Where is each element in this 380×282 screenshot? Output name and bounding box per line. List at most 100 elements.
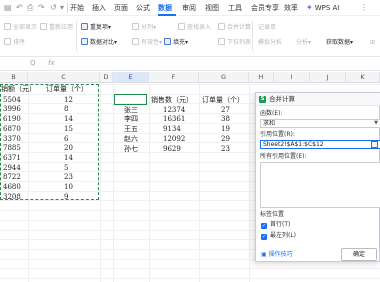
reapply-label: 重新应用 [49, 24, 74, 31]
col-header-e[interactable]: E [113, 72, 149, 83]
dialog-title-bar[interactable]: S 合并计算 [256, 93, 380, 106]
menu-tools[interactable]: 工具 [228, 3, 242, 13]
ref-value: Sheet2!$A$1:$C$12 [263, 141, 324, 148]
fx-icon[interactable]: fx [48, 59, 55, 67]
result-orders-cell[interactable]: 23 [221, 144, 230, 154]
result-name-cell[interactable]: 张三 [124, 105, 138, 115]
result-amount-cell[interactable]: 12092 [163, 134, 185, 144]
col-header-b[interactable]: B [0, 72, 28, 83]
formula-bar[interactable]: Q fx [0, 57, 380, 71]
col-header-d[interactable]: D [100, 72, 113, 83]
result-orders-cell[interactable]: 38 [221, 114, 230, 124]
ribbon-more-icon[interactable]: ⊞ [370, 38, 375, 47]
lookup-entry-button[interactable]: 查找录入 [178, 23, 211, 32]
compare-label: 数据对比 [90, 39, 115, 46]
get-data-button[interactable]: 获取数据▾ [326, 38, 353, 47]
active-tab-indicator [158, 14, 176, 16]
left-column-checkbox[interactable]: ✓ 最左列(L) [261, 232, 296, 240]
sort-button[interactable]: 排序 [4, 38, 25, 47]
tips-icon: ▣ [261, 251, 269, 258]
result-amount-cell[interactable]: 9629 [163, 144, 181, 154]
compare-button[interactable]: 数据对比▾ [81, 38, 117, 47]
divider [252, 21, 253, 51]
function-label: 函数(E): [260, 110, 283, 117]
text-to-columns-button[interactable]: 分列▾ [132, 23, 156, 32]
all-refs-list[interactable] [260, 162, 380, 208]
ok-button[interactable]: 确定 [341, 248, 377, 261]
menu-data[interactable]: 数据 [158, 3, 172, 13]
record-form-label: 记录单 [258, 24, 277, 31]
lookup-icon [178, 23, 185, 30]
analysis-label: 分析 [296, 39, 309, 46]
undo2-icon[interactable]: ↺ [50, 2, 57, 13]
result-orders-cell[interactable]: 19 [221, 124, 230, 134]
analysis-button[interactable]: 分析▾ [296, 38, 311, 47]
col-header-h[interactable]: H [249, 72, 274, 83]
whatif-label: 模拟分析 [258, 39, 283, 46]
result-header-amount[interactable]: 销售数（元） [151, 95, 193, 105]
menu-view[interactable]: 视图 [205, 3, 219, 13]
menu-page[interactable]: 页面 [114, 3, 128, 13]
wps-ai-button[interactable]: ✦ WPS AI [306, 2, 339, 14]
result-name-cell[interactable]: 王五 [124, 124, 138, 134]
active-cell[interactable] [114, 94, 147, 105]
validation-label: 有效性 [141, 39, 160, 46]
validation-icon [132, 38, 139, 45]
result-amount-cell[interactable]: 16361 [163, 114, 185, 124]
duplicates-button[interactable]: 重复项▾ [81, 23, 111, 32]
col-header-c[interactable]: C [28, 72, 100, 83]
consolidate-button[interactable]: 合并计算 [218, 23, 251, 32]
first-row-checkbox[interactable]: ✓ 首行(T) [261, 221, 290, 229]
ref-input[interactable]: Sheet2!$A$1:$C$12 [260, 140, 380, 149]
col-header-g[interactable]: G [199, 72, 249, 83]
file-icon[interactable]: ▤ [4, 2, 12, 13]
result-orders-cell[interactable]: 27 [221, 105, 230, 115]
menu-efficiency[interactable]: 效率 [284, 3, 298, 13]
lookup-label: 查找录入 [187, 24, 212, 31]
more-icon[interactable]: ⋮ [360, 2, 368, 13]
tips-label: 操作技巧 [268, 251, 293, 258]
col-header-j[interactable]: J [310, 72, 346, 83]
tips-link[interactable]: ▣ 操作技巧 [261, 251, 293, 259]
result-amount-cell[interactable]: 12374 [163, 105, 185, 115]
show-all-button[interactable]: 全部显示 [4, 23, 37, 32]
validation-button[interactable]: 有效性▾ [132, 38, 162, 47]
result-header-orders[interactable]: 订单量（个） [202, 95, 244, 105]
range-select-icon[interactable] [371, 141, 378, 148]
check-icon: ✓ [261, 223, 267, 229]
menu-member[interactable]: 会员专享 [251, 3, 279, 13]
undo-icon[interactable]: ↶ [16, 2, 23, 13]
zoom-icon[interactable]: Q [30, 59, 36, 67]
title-bar: ▤ ↶ ⎙ ↷ ↺ ▾ 开始 插入 页面 公式 数据 审阅 视图 工具 会员专享… [0, 0, 380, 16]
fill-button[interactable]: 填充▾ [164, 38, 188, 47]
col-header-i[interactable]: I [274, 72, 310, 83]
menu-home[interactable]: 开始 [70, 3, 84, 13]
whatif-button[interactable]: 模拟分析 [258, 38, 282, 47]
sort-icon [4, 38, 11, 45]
result-amount-cell[interactable]: 9134 [163, 124, 181, 134]
tag-position-label: 标签位置 [260, 211, 285, 218]
wps-ai-icon: ✦ [306, 3, 313, 12]
menu-formula[interactable]: 公式 [136, 3, 150, 13]
function-select[interactable]: 求和 ▼ [260, 119, 380, 128]
all-refs-label: 所有引用位置(E): [260, 153, 307, 160]
show-all-icon [4, 23, 11, 30]
record-form-button[interactable]: 记录单 [258, 23, 276, 32]
result-name-cell[interactable]: 赵六 [124, 134, 138, 144]
menu-review[interactable]: 审阅 [182, 3, 196, 13]
consolidate-dialog: S 合并计算 函数(E): 求和 ▼ 引用位置(R): Sheet2!$A$1:… [255, 92, 380, 262]
result-name-cell[interactable]: 孙七 [124, 144, 138, 154]
redo-icon[interactable]: ↷ [38, 2, 45, 13]
col-header-k[interactable]: K [346, 72, 380, 83]
print-icon[interactable]: ⎙ [27, 2, 33, 13]
dropdown-list-button[interactable]: 下拉列表 [218, 38, 251, 47]
col-header-f[interactable]: F [149, 72, 199, 83]
result-name-cell[interactable]: 李四 [124, 114, 138, 124]
result-orders-cell[interactable]: 29 [221, 134, 230, 144]
split-label: 分列 [141, 24, 154, 31]
reapply-button[interactable]: 重新应用 [40, 23, 73, 32]
menu-insert[interactable]: 插入 [92, 3, 106, 13]
ref-label: 引用位置(R): [260, 131, 295, 138]
dropdown-icon[interactable]: ▾ [60, 2, 64, 13]
divider [67, 3, 68, 13]
